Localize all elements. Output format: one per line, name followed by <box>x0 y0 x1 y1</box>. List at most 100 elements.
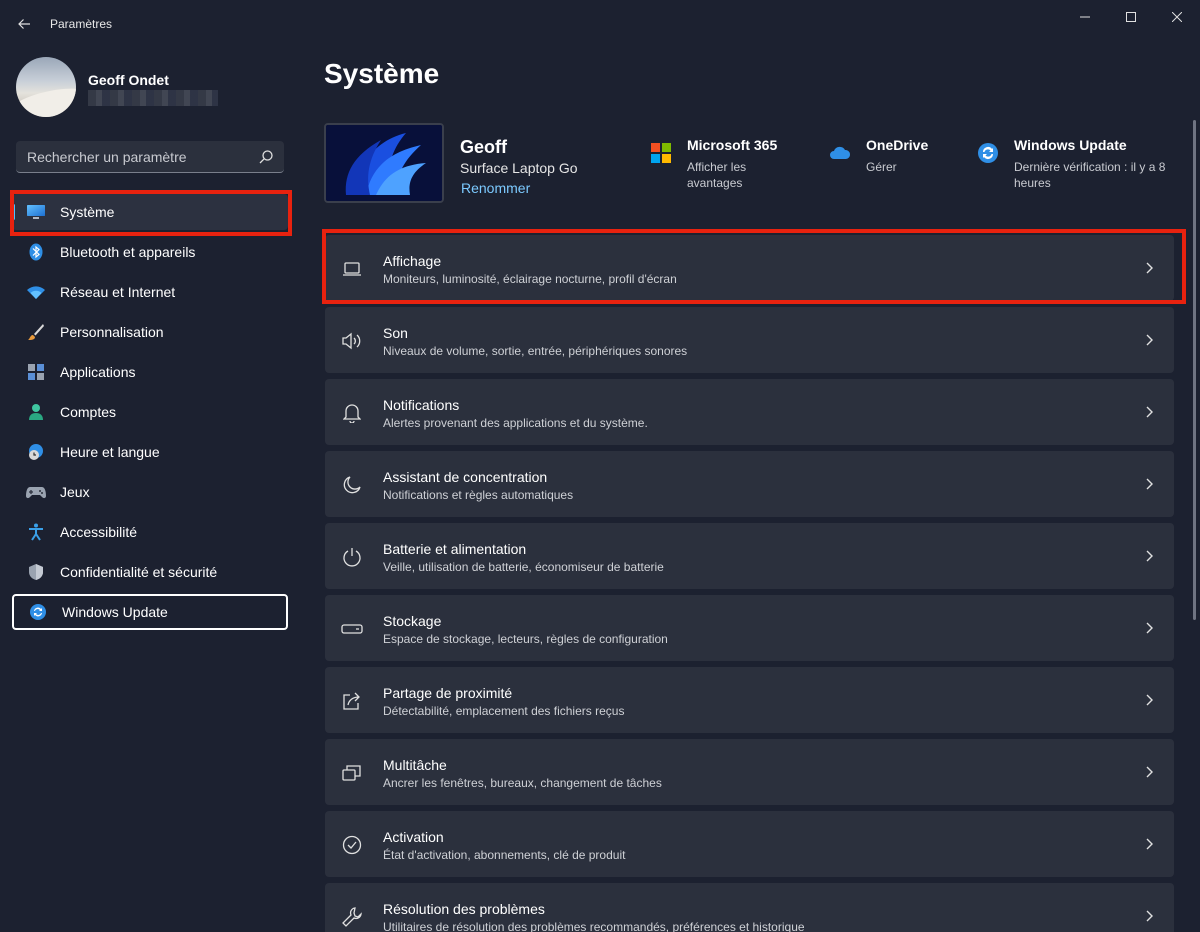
chevron-right-icon <box>1146 550 1153 562</box>
sidebar-item-systeme[interactable]: Système <box>12 194 288 230</box>
card-subtitle: Détectabilité, emplacement des fichiers … <box>383 704 625 718</box>
minimize-button[interactable] <box>1062 4 1108 30</box>
user-name: Geoff Ondet <box>88 72 169 88</box>
monitor-icon <box>26 202 46 222</box>
quick-link-subtitle: Dernière vérification : il y a 8 heures <box>1014 160 1166 190</box>
card-title: Activation <box>383 829 444 845</box>
check-circle-icon <box>341 834 363 856</box>
scrollbar[interactable] <box>1193 120 1196 620</box>
device-name: Geoff <box>460 137 507 157</box>
quick-link-subtitle: Gérer <box>866 160 897 174</box>
close-button[interactable] <box>1154 4 1200 30</box>
card-title: Notifications <box>383 397 460 413</box>
sidebar-item-label: Windows Update <box>62 604 168 620</box>
sidebar-item-label: Heure et langue <box>60 444 160 460</box>
laptop-icon <box>341 258 363 280</box>
microsoft-logo-icon <box>651 143 671 163</box>
card-subtitle: Alertes provenant des applications et du… <box>383 416 648 430</box>
card-title: Partage de proximité <box>383 685 513 701</box>
chevron-right-icon <box>1146 334 1153 346</box>
bluetooth-icon <box>26 242 46 262</box>
sidebar-item-bluetooth[interactable]: Bluetooth et appareils <box>12 234 288 270</box>
rename-link[interactable]: Renommer <box>461 180 530 196</box>
settings-card-affichage[interactable]: Affichage Moniteurs, luminosité, éclaira… <box>325 235 1174 301</box>
windows-bloom-wallpaper-icon <box>326 125 442 201</box>
sidebar-item-label: Système <box>60 204 115 220</box>
globe-clock-icon <box>26 442 46 462</box>
sidebar-item-windows-update[interactable]: Windows Update <box>12 594 288 630</box>
quick-link-title: OneDrive <box>866 137 929 153</box>
sidebar-item-label: Réseau et Internet <box>60 284 176 300</box>
settings-card-partage-proximite[interactable]: Partage de proximité Détectabilité, empl… <box>325 667 1174 733</box>
settings-list: Affichage Moniteurs, luminosité, éclaira… <box>325 235 1174 932</box>
chevron-right-icon <box>1146 622 1153 634</box>
sidebar-item-accessibilite[interactable]: Accessibilité <box>12 514 288 550</box>
search-box[interactable] <box>16 141 284 173</box>
avatar[interactable] <box>16 57 76 117</box>
card-title: Stockage <box>383 613 442 629</box>
person-icon <box>26 402 46 422</box>
quick-link-title: Windows Update <box>1014 137 1127 153</box>
card-title: Résolution des problèmes <box>383 901 545 917</box>
sidebar-item-label: Comptes <box>60 404 117 420</box>
card-title: Affichage <box>383 253 442 269</box>
device-wallpaper-thumbnail <box>324 123 444 203</box>
settings-card-stockage[interactable]: Stockage Espace de stockage, lecteurs, r… <box>325 595 1174 661</box>
card-subtitle: Niveaux de volume, sortie, entrée, périp… <box>383 344 688 358</box>
sidebar-item-jeux[interactable]: Jeux <box>12 474 288 510</box>
settings-card-activation[interactable]: Activation État d'activation, abonnement… <box>325 811 1174 877</box>
sidebar-item-heure-langue[interactable]: Heure et langue <box>12 434 288 470</box>
search-icon[interactable] <box>258 149 274 165</box>
card-subtitle: État d'activation, abonnements, clé de p… <box>383 848 626 862</box>
chevron-right-icon <box>1146 262 1153 274</box>
sidebar-item-label: Confidentialité et sécurité <box>60 564 218 580</box>
chevron-right-icon <box>1146 406 1153 418</box>
shield-icon <box>26 562 46 582</box>
settings-card-batterie[interactable]: Batterie et alimentation Veille, utilisa… <box>325 523 1174 589</box>
card-title: Multitâche <box>383 757 447 773</box>
sidebar-item-applications[interactable]: Applications <box>12 354 288 390</box>
settings-card-resolution-problemes[interactable]: Résolution des problèmes Utilitaires de … <box>325 883 1174 932</box>
settings-card-notifications[interactable]: Notifications Alertes provenant des appl… <box>325 379 1174 445</box>
chevron-right-icon <box>1146 766 1153 778</box>
back-arrow-icon <box>18 19 30 29</box>
chevron-right-icon <box>1146 478 1153 490</box>
app-title: Paramètres <box>50 17 113 31</box>
settings-card-concentration[interactable]: Assistant de concentration Notifications… <box>325 451 1174 517</box>
settings-card-multitache[interactable]: Multitâche Ancrer les fenêtres, bureaux,… <box>325 739 1174 805</box>
chevron-right-icon <box>1146 838 1153 850</box>
device-model: Surface Laptop Go <box>460 160 578 176</box>
back-button[interactable] <box>10 10 38 38</box>
sidebar-item-reseau[interactable]: Réseau et Internet <box>12 274 288 310</box>
title-bar: Paramètres <box>0 0 1200 48</box>
settings-card-son[interactable]: Son Niveaux de volume, sortie, entrée, p… <box>325 307 1174 373</box>
chevron-right-icon <box>1146 910 1153 922</box>
maximize-button[interactable] <box>1108 4 1154 30</box>
speaker-icon <box>341 330 363 352</box>
card-subtitle: Utilitaires de résolution des problèmes … <box>383 920 805 932</box>
wrench-icon <box>341 906 363 928</box>
windows-update-icon <box>28 602 48 622</box>
sidebar-item-label: Accessibilité <box>60 524 138 540</box>
page-title: Système <box>324 58 440 89</box>
close-icon <box>1172 12 1182 22</box>
brush-icon <box>26 322 46 342</box>
card-subtitle: Notifications et règles automatiques <box>383 488 574 502</box>
sidebar-item-confidentialite[interactable]: Confidentialité et sécurité <box>12 554 288 590</box>
onedrive-cloud-icon <box>830 146 851 159</box>
card-title: Assistant de concentration <box>383 469 548 485</box>
minimize-icon <box>1080 16 1090 18</box>
card-subtitle: Espace de stockage, lecteurs, règles de … <box>383 632 668 646</box>
sidebar-nav: Système Bluetooth et appareils Réseau et… <box>12 194 288 634</box>
sidebar-item-comptes[interactable]: Comptes <box>12 394 288 430</box>
drive-icon <box>341 618 363 640</box>
sidebar-item-personnalisation[interactable]: Personnalisation <box>12 314 288 350</box>
card-title: Son <box>383 325 408 341</box>
apps-icon <box>26 362 46 382</box>
card-subtitle: Moniteurs, luminosité, éclairage nocturn… <box>383 272 677 286</box>
bell-icon <box>341 402 363 424</box>
chevron-right-icon <box>1146 694 1153 706</box>
search-input[interactable] <box>27 148 247 165</box>
quick-link-subtitle: Afficher les avantages <box>687 160 747 190</box>
card-subtitle: Veille, utilisation de batterie, économi… <box>383 560 664 574</box>
